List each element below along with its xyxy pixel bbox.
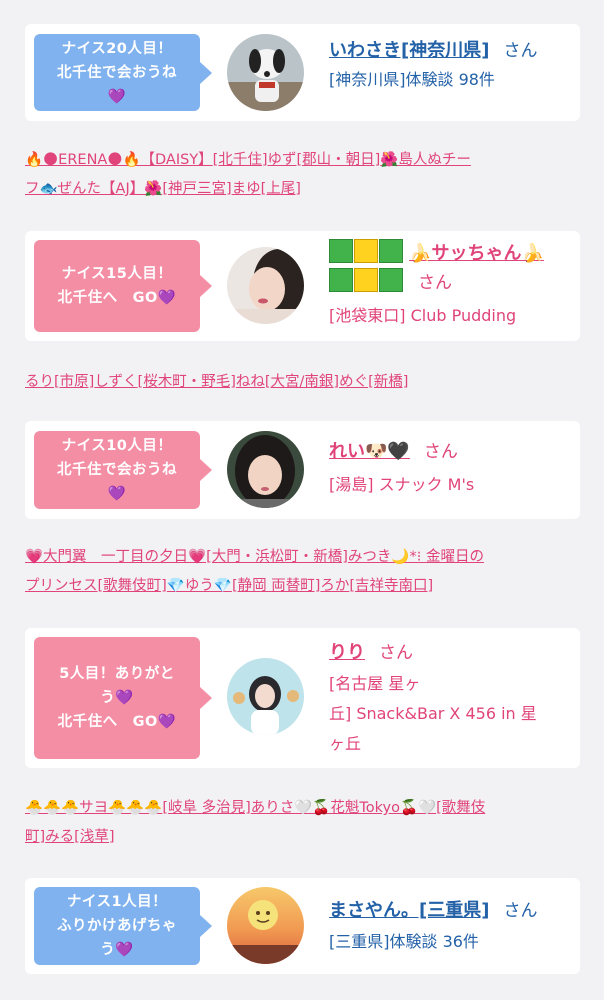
girl-link[interactable]: るり (25, 374, 54, 390)
link-line: るり[市原]しずく[桜木町・野毛]ねね[大宮/南銀]めぐ[新橋] (25, 368, 580, 397)
girl-links-row: 🐣🐣🐣サヨ🐣🐣🐣[岐阜 多治見]ありさ🤍🍒花魁Tokyo🍒🤍[歌舞伎 町]みる[… (25, 794, 580, 852)
girl-link[interactable]: 🔥🌑ERENA🌑🔥【DAISY】 (25, 152, 213, 168)
area-link[interactable]: [歌舞伎 (436, 800, 485, 816)
green-square-icon (329, 239, 353, 263)
girl-link[interactable]: みつき🌙*⁝ 金曜日の (348, 549, 484, 565)
user-info: れい🐶🖤 さん [湯島] スナック M's (329, 437, 574, 500)
user-name-link[interactable]: りり (329, 642, 365, 663)
girl-link[interactable]: フ🐟ぜんた【AJ】🌺 (25, 181, 162, 197)
avatar[interactable] (227, 658, 304, 735)
user-name-link[interactable]: 🍌サッちゃん🍌 (409, 243, 544, 264)
san-label: さん (379, 643, 413, 663)
green-square-icon (329, 268, 353, 292)
area-link[interactable]: [岐阜 多治見] (162, 800, 250, 816)
area-link[interactable]: [吉祥寺南口] (349, 578, 433, 594)
diary-card[interactable]: ナイス10人目！ 北千住で会おうね 💜 れい🐶🖤 さん [湯島] スナック M's (25, 421, 580, 519)
avatar[interactable] (227, 247, 304, 324)
link-line: 🔥🌑ERENA🌑🔥【DAISY】[北千住]ゆず[郡山・朝日]🌺島人ぬチー (25, 146, 580, 175)
area-link[interactable]: [神戸三宮] (162, 181, 231, 197)
area-link[interactable]: [市原] (54, 374, 94, 390)
san-label: さん (423, 442, 458, 462)
user-name-link[interactable]: れい🐶🖤 (329, 441, 410, 462)
area-link[interactable]: [静岡 両替町] (232, 578, 320, 594)
praise-bubble: ナイス1人目！ ふりかけあげちゃ う💜 (34, 887, 212, 965)
san-label: さん (418, 273, 452, 293)
diary-card[interactable]: ナイス20人目！ 北千住で会おうね 💜 いわさき[神奈川県] さん [神奈川県]体… (25, 24, 580, 121)
area-link[interactable]: [上尾] (261, 181, 301, 197)
girl-links-row: 💗大門翼 一丁目の夕日💗[大門・浜松町・新橋]みつき🌙*⁝ 金曜日の プリンセス… (25, 543, 580, 601)
user-name-link[interactable]: まさやん。[三重県] (329, 900, 489, 921)
user-info: 🍌サッちゃん🍌 さん [池袋東口] Club Pudding (329, 239, 574, 331)
cast-icon-squares (329, 239, 409, 263)
praise-bubble-text: ナイス20人目！ 北千住で会おうね 💜 (57, 40, 177, 105)
girl-link[interactable]: ねね (236, 374, 265, 390)
girl-link[interactable]: まゆ (232, 181, 261, 197)
user-info: まさやん。[三重県] さん [三重県]体験談 36件 (329, 896, 574, 957)
girl-link[interactable]: ありさ🤍🍒花魁Tokyo🍒🤍 (251, 800, 436, 816)
green-square-icon (379, 268, 403, 292)
praise-bubble: ナイス10人目！ 北千住で会おうね 💜 (34, 431, 212, 509)
link-line: 🐣🐣🐣サヨ🐣🐣🐣[岐阜 多治見]ありさ🤍🍒花魁Tokyo🍒🤍[歌舞伎 (25, 794, 580, 823)
praise-bubble: ナイス15人目！ 北千住へ GO💜 (34, 240, 212, 332)
yellow-square-icon (354, 239, 378, 263)
area-link[interactable]: [桜木町・野毛] (138, 374, 236, 390)
praise-bubble-text: 5人目！ありがと う💜 北千住へ GO💜 (57, 666, 177, 730)
avatar[interactable] (227, 887, 304, 964)
girl-link[interactable]: 💎ゆう💎 (167, 578, 232, 594)
link-line: フ🐟ぜんた【AJ】🌺[神戸三宮]まゆ[上尾] (25, 175, 580, 204)
user-info: りり さん [名古屋 星ヶ 丘] Snack&Bar X 456 in 星 ヶ丘 (329, 638, 574, 759)
green-square-icon (379, 239, 403, 263)
girl-link[interactable]: ろか (320, 578, 349, 594)
praise-bubble-text: ナイス15人目！ 北千住へ GO💜 (57, 266, 177, 306)
girl-link[interactable]: みる (45, 829, 74, 845)
area-link[interactable]: [新橋] (368, 374, 408, 390)
shop-link[interactable]: [池袋東口] Club Pudding (329, 301, 574, 331)
diary-card[interactable]: 5人目！ありがと う💜 北千住へ GO💜 りり さん [名古屋 星ヶ 丘] Sna… (25, 628, 580, 768)
san-label: さん (503, 41, 538, 61)
girl-link[interactable]: しずく (94, 374, 137, 390)
praise-bubble-text: ナイス10人目！ 北千住で会おうね 💜 (57, 438, 177, 502)
area-link[interactable]: [北千住] (213, 152, 268, 168)
area-link[interactable]: 町] (25, 829, 45, 845)
girl-links-row: 🔥🌑ERENA🌑🔥【DAISY】[北千住]ゆず[郡山・朝日]🌺島人ぬチー フ🐟ぜ… (25, 146, 580, 204)
praise-bubble: 5人目！ありがと う💜 北千住へ GO💜 (34, 637, 212, 759)
area-link[interactable]: [大門・浜松町・新橋] (206, 549, 348, 565)
praise-bubble: ナイス20人目！ 北千住で会おうね 💜 (34, 34, 212, 111)
yellow-square-icon (354, 268, 378, 292)
girl-link[interactable]: ゆず (268, 152, 297, 168)
shop-link[interactable]: [神奈川県]体験談 98件 (329, 65, 574, 95)
shop-link[interactable]: [湯島] スナック M's (329, 470, 574, 500)
shop-link[interactable]: [三重県]体験談 36件 (329, 927, 574, 957)
avatar[interactable] (227, 34, 304, 111)
girl-link[interactable]: プリンセス (25, 578, 98, 594)
area-link[interactable]: [歌舞伎町] (98, 578, 167, 594)
san-label: さん (503, 901, 538, 921)
girl-link[interactable]: めぐ (339, 374, 368, 390)
link-line: 💗大門翼 一丁目の夕日💗[大門・浜松町・新橋]みつき🌙*⁝ 金曜日の (25, 543, 580, 572)
praise-bubble-text: ナイス1人目！ ふりかけあげちゃ う💜 (57, 894, 177, 958)
link-line: 町]みる[浅草] (25, 823, 580, 852)
shop-link[interactable]: [名古屋 星ヶ 丘] Snack&Bar X 456 in 星 ヶ丘 (329, 669, 574, 759)
girl-link[interactable]: 🌺島人ぬチー (380, 152, 471, 168)
user-name-link[interactable]: いわさき[神奈川県] (329, 40, 489, 61)
user-info: いわさき[神奈川県] さん [神奈川県]体験談 98件 (329, 36, 574, 95)
girl-link[interactable]: 💗大門翼 一丁目の夕日💗 (25, 549, 206, 565)
area-link[interactable]: [浅草] (74, 829, 114, 845)
diary-card[interactable]: ナイス1人目！ ふりかけあげちゃ う💜 まさやん。[三重県] さん [三重県]体験… (25, 878, 580, 974)
girl-link[interactable]: 🐣🐣🐣サヨ🐣🐣🐣 (25, 800, 162, 816)
area-link[interactable]: [大宮/南銀] (265, 374, 339, 390)
avatar[interactable] (227, 431, 304, 508)
link-line: プリンセス[歌舞伎町]💎ゆう💎[静岡 両替町]ろか[吉祥寺南口] (25, 572, 580, 601)
girl-links-row: るり[市原]しずく[桜木町・野毛]ねね[大宮/南銀]めぐ[新橋] (25, 368, 580, 397)
diary-card[interactable]: ナイス15人目！ 北千住へ GO💜 🍌サッちゃん🍌 さん [池袋東口] Club… (25, 231, 580, 341)
area-link[interactable]: [郡山・朝日] (297, 152, 381, 168)
